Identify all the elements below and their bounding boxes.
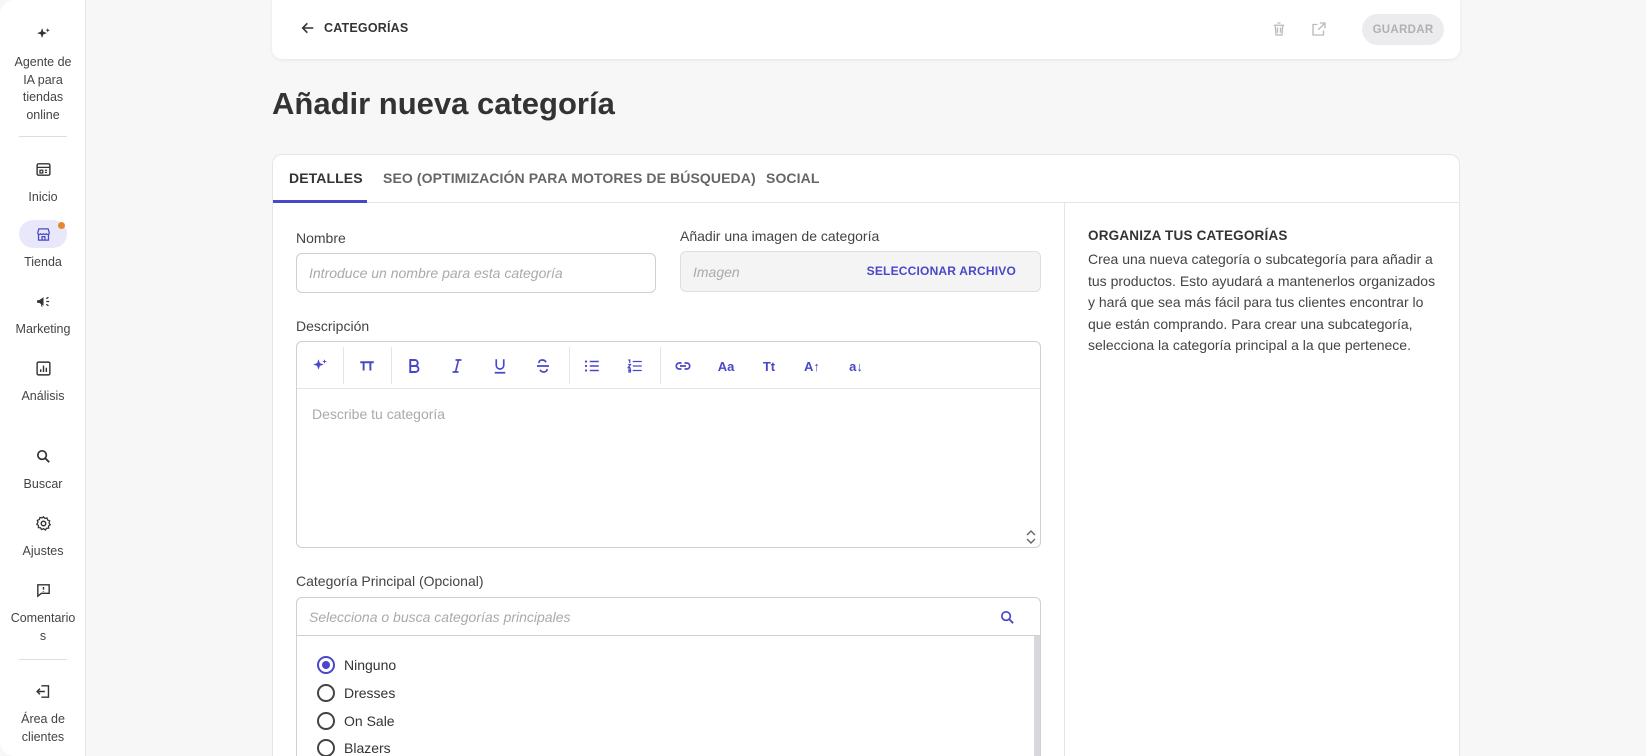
bullet-list-icon[interactable] — [580, 354, 604, 378]
external-link-icon[interactable] — [1308, 18, 1330, 40]
font-family-icon[interactable]: Aa — [714, 354, 738, 378]
gear-icon — [19, 509, 67, 537]
tab-detalles[interactable]: DETALLES — [289, 170, 363, 186]
home-icon — [19, 155, 67, 183]
lowercase-icon[interactable]: a↓ — [844, 354, 868, 378]
strikethrough-icon[interactable] — [531, 354, 555, 378]
sparkle-icon — [19, 20, 67, 48]
parent-category-label: Categoría Principal (Opcional) — [296, 573, 484, 589]
option-label: Dresses — [344, 685, 396, 701]
sidebar-item-label: Buscar — [23, 477, 63, 491]
radio-button[interactable] — [317, 684, 335, 702]
toolbar-separator — [569, 347, 570, 384]
sidebar: Agente de IA para tiendas online Inicio … — [0, 0, 86, 756]
sidebar-item-ajustes[interactable]: Ajustes — [0, 509, 86, 561]
chart-icon — [19, 354, 67, 382]
toolbar-separator — [391, 347, 392, 384]
parent-category-placeholder: Selecciona o busca categorías principale… — [309, 608, 571, 625]
tab-social[interactable]: SOCIAL — [766, 170, 820, 186]
text-size-icon[interactable] — [355, 354, 379, 378]
parent-category-list: Ninguno Dresses On Sale Blazers — [296, 636, 1041, 756]
italic-icon[interactable] — [445, 354, 469, 378]
link-icon[interactable] — [671, 354, 695, 378]
list-item[interactable]: Dresses — [317, 684, 395, 702]
editor-toolbar: Aa Tt A↑ a↓ — [297, 342, 1040, 389]
sidebar-item-label: Ajustes — [22, 544, 64, 558]
ai-sparkle-icon[interactable] — [308, 354, 332, 378]
save-button[interactable]: GUARDAR — [1362, 14, 1444, 45]
radio-button[interactable] — [317, 739, 335, 756]
column-divider — [1064, 203, 1065, 756]
page-title: Añadir nueva categoría — [272, 86, 615, 121]
resize-handle-icon[interactable] — [1025, 529, 1037, 545]
list-item[interactable]: Blazers — [317, 739, 391, 756]
description-placeholder[interactable]: Describe tu categoría — [312, 406, 445, 422]
name-placeholder: Introduce un nombre para esta categoría — [309, 265, 563, 281]
sidebar-divider — [19, 659, 67, 660]
text-case-icon[interactable]: Tt — [757, 354, 781, 378]
option-label: Ninguno — [344, 657, 397, 673]
feedback-icon — [19, 576, 67, 604]
sidebar-item-ai-agent[interactable]: Agente de IA para tiendas online — [0, 20, 86, 124]
bold-icon[interactable] — [402, 354, 426, 378]
sidebar-item-label: Comentarios — [10, 611, 76, 643]
description-label: Descripción — [296, 318, 370, 334]
store-icon — [19, 220, 67, 248]
tab-bar: DETALLES SEO (OPTIMIZACIÓN PARA MOTORES … — [273, 155, 1459, 203]
sidebar-item-label: Marketing — [15, 322, 71, 336]
sidebar-item-analisis[interactable]: Análisis — [0, 354, 86, 406]
sidebar-item-label: Análisis — [21, 389, 65, 403]
sidebar-item-buscar[interactable]: Buscar — [0, 442, 86, 494]
toolbar-separator — [343, 347, 344, 384]
exit-icon — [19, 677, 67, 705]
back-link-label: CATEGORÍAS — [324, 21, 409, 35]
tab-seo[interactable]: SEO (OPTIMIZACIÓN PARA MOTORES DE BÚSQUE… — [383, 170, 756, 186]
aside-description: Crea una nueva categoría o subcategoría … — [1088, 251, 1436, 354]
uppercase-icon[interactable]: A↑ — [800, 354, 824, 378]
sidebar-item-label: Área de clientes — [21, 712, 65, 744]
image-file-input[interactable]: Imagen SELECCIONAR ARCHIVO — [680, 251, 1041, 292]
arrow-left-icon — [301, 22, 314, 34]
aside-title: ORGANIZA TUS CATEGORÍAS — [1088, 228, 1288, 243]
description-editor: Aa Tt A↑ a↓ Describe tu categoría — [296, 341, 1041, 548]
back-to-categories-link[interactable]: CATEGORÍAS — [300, 20, 408, 36]
trash-icon[interactable] — [1268, 18, 1290, 40]
list-item[interactable]: On Sale — [317, 712, 395, 730]
list-item[interactable]: Ninguno — [317, 656, 396, 674]
select-file-button[interactable]: SELECCIONAR ARCHIVO — [867, 264, 1016, 278]
numbered-list-icon[interactable] — [623, 354, 647, 378]
search-icon[interactable] — [999, 609, 1016, 626]
sidebar-item-label: Tienda — [24, 255, 62, 269]
scrollbar[interactable] — [1034, 636, 1040, 756]
category-form-card: DETALLES SEO (OPTIMIZACIÓN PARA MOTORES … — [272, 154, 1460, 756]
sidebar-item-marketing[interactable]: Marketing — [0, 287, 86, 339]
option-label: Blazers — [344, 740, 391, 756]
sidebar-item-label: Agente de IA para tiendas online — [14, 55, 72, 122]
sidebar-item-inicio[interactable]: Inicio — [0, 155, 86, 207]
top-bar: CATEGORÍAS GUARDAR — [272, 0, 1460, 59]
image-label: Añadir una imagen de categoría — [680, 228, 880, 244]
megaphone-icon — [19, 287, 67, 315]
toolbar-separator — [660, 347, 661, 384]
option-label: On Sale — [344, 713, 395, 729]
notification-dot — [58, 222, 65, 229]
name-input[interactable]: Introduce un nombre para esta categoría — [296, 253, 656, 293]
image-placeholder: Imagen — [693, 263, 740, 280]
radio-button[interactable] — [317, 712, 335, 730]
name-label: Nombre — [296, 230, 346, 246]
sidebar-item-area-clientes[interactable]: Área de clientes — [0, 677, 86, 746]
sidebar-item-label: Inicio — [28, 190, 58, 204]
search-icon — [19, 442, 67, 470]
parent-category-search-input[interactable]: Selecciona o busca categorías principale… — [296, 597, 1041, 636]
sidebar-item-comentarios[interactable]: Comentarios — [0, 576, 86, 645]
underline-icon[interactable] — [488, 354, 512, 378]
active-tab-indicator — [273, 200, 367, 203]
radio-button[interactable] — [317, 656, 335, 674]
sidebar-divider — [19, 136, 67, 137]
sidebar-item-tienda[interactable]: Tienda — [0, 220, 86, 272]
